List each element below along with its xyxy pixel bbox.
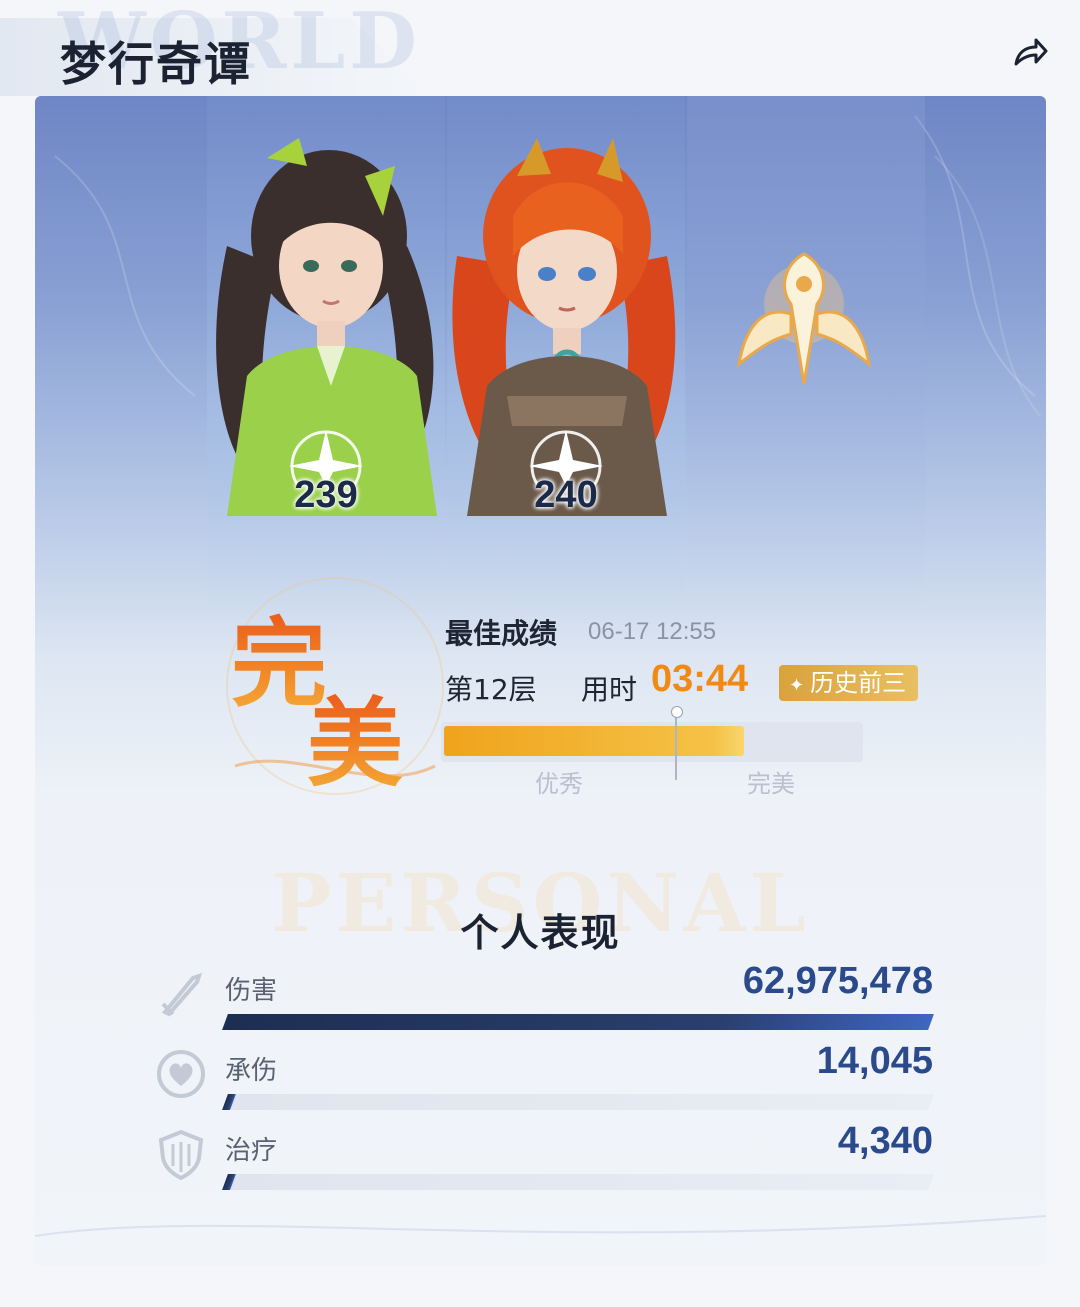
progress-threshold-marker (675, 708, 677, 780)
character-slot-1[interactable]: 239 (207, 96, 445, 616)
stat-row-healing: 治疗 4,340 (153, 1120, 934, 1200)
character-portrait-2 (452, 138, 676, 516)
stat-value: 14,045 (816, 1040, 933, 1082)
heart-shield-icon (157, 1050, 205, 1098)
stat-label: 伤害 (225, 976, 278, 1006)
page-title: 梦行奇谭 (60, 37, 252, 91)
phoenix-emblem-icon (736, 252, 872, 385)
shield-icon (158, 1129, 204, 1181)
character-level-1: 239 (294, 474, 358, 516)
best-score-label: 最佳成绩 (445, 617, 558, 650)
stat-bar-fill (222, 1094, 236, 1110)
grade-progress-fill (444, 726, 744, 756)
sword-icon (161, 972, 203, 1017)
section-title: 个人表现 (460, 910, 621, 955)
stat-bar (222, 1014, 934, 1030)
character-portrait-1 (216, 138, 437, 516)
stat-bar-fill (222, 1014, 934, 1030)
grade-display: 完 美 (195, 566, 455, 816)
character-level-2: 240 (534, 474, 598, 516)
pet-slot[interactable] (687, 96, 925, 616)
floor-level: 第12层 (445, 673, 537, 706)
time-label: 用时 (581, 673, 638, 706)
stat-row-damage: 伤害 62,975,478 (153, 960, 934, 1040)
progress-threshold-dot (671, 706, 683, 718)
stat-bar-fill (222, 1174, 236, 1190)
stat-value: 4,340 (837, 1120, 933, 1162)
best-score-timestamp: 06-17 12:55 (588, 618, 717, 645)
stat-bar (222, 1174, 934, 1190)
share-icon (1014, 38, 1048, 66)
tier-label-excellent: 优秀 (535, 770, 583, 798)
time-value: 03:44 (651, 658, 749, 700)
stat-label: 承伤 (225, 1056, 278, 1086)
sparkle-icon: ✦ (789, 675, 805, 696)
result-card: 239 240 完 美 最佳成绩 06-17 12:55 第12层 用时 03:… (35, 96, 1046, 1266)
stat-bar (222, 1094, 934, 1110)
history-top3-badge: ✦ 历史前三 (779, 665, 919, 701)
grade-char-2: 美 (307, 666, 403, 805)
character-slot-2[interactable]: 240 (447, 96, 685, 616)
stat-row-damage-taken: 承伤 14,045 (153, 1040, 934, 1120)
tier-label-perfect: 完美 (747, 770, 795, 798)
share-button[interactable] (1008, 30, 1052, 74)
grade-progress-bar (441, 722, 863, 762)
history-badge-label: 历史前三 (810, 669, 907, 697)
stat-label: 治疗 (225, 1136, 278, 1166)
stat-value: 62,975,478 (742, 960, 933, 1002)
